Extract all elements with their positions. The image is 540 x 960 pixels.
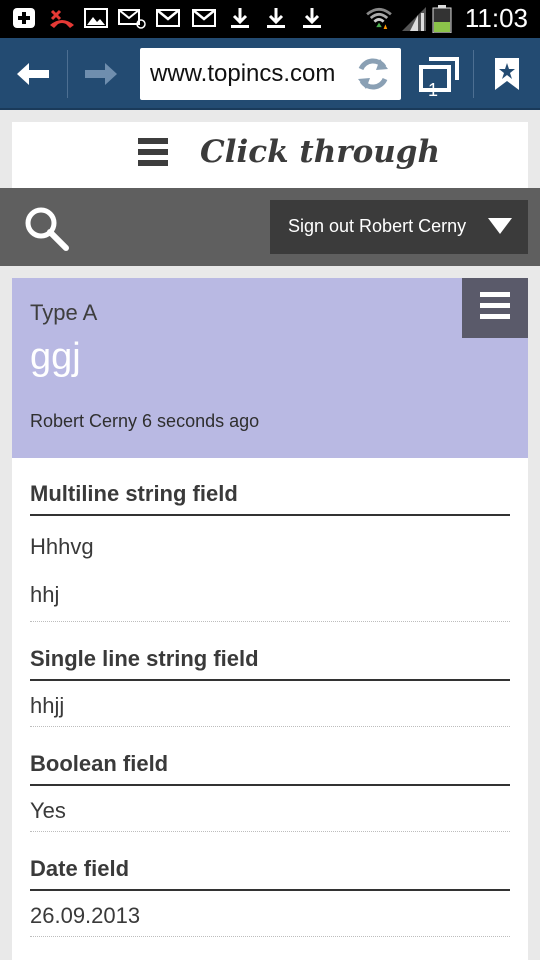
battery-icon	[432, 5, 452, 33]
topic-menu-button[interactable]	[462, 278, 528, 338]
field-divider	[30, 784, 510, 786]
gmail-icon	[156, 9, 180, 27]
arrow-right-icon	[85, 63, 117, 85]
download-icon	[231, 8, 249, 28]
topic-byline: Robert Cerny 6 seconds ago	[30, 411, 260, 431]
back-button[interactable]	[0, 38, 66, 110]
sign-out-label: Sign out Robert Cerny	[288, 216, 467, 236]
bookmark-icon	[495, 58, 519, 90]
arrow-left-icon	[17, 63, 49, 85]
field-value: 26.09.2013	[30, 903, 141, 928]
field-value: Yes	[30, 798, 66, 823]
email-icon	[118, 9, 146, 29]
field-separator	[30, 726, 510, 727]
field-value: hhj	[30, 582, 60, 607]
site-title[interactable]: Click through	[200, 134, 440, 170]
topic-type[interactable]: Type A	[30, 300, 97, 326]
field-value: Hhhvg	[30, 534, 94, 559]
topic-title: ggj	[30, 336, 81, 378]
tabs-icon	[419, 57, 459, 92]
topic-card: Type A ggj Robert Cerny 6 seconds ago Mu…	[12, 278, 528, 960]
address-bar[interactable]: www.topincs.com	[140, 48, 401, 100]
clock: 11:03	[464, 3, 528, 33]
bookmarks-button[interactable]	[474, 38, 540, 110]
field-divider	[30, 514, 510, 516]
gmail-icon	[192, 9, 216, 27]
menu-icon	[480, 292, 510, 325]
download-icon	[267, 8, 285, 28]
field-title: Multiline string field	[30, 481, 238, 506]
image-icon	[84, 8, 108, 28]
add-icon	[13, 8, 35, 28]
forward-button[interactable]	[68, 38, 134, 110]
missed-call-icon	[50, 9, 74, 28]
sign-out-dropdown[interactable]: Sign out Robert Cerny	[270, 200, 528, 254]
topic-header: Type A ggj Robert Cerny 6 seconds ago	[12, 278, 528, 458]
field-title: Boolean field	[30, 751, 169, 776]
chevron-down-icon	[488, 218, 512, 234]
tab-count: 1	[428, 80, 439, 100]
main-menu-icon[interactable]	[138, 138, 168, 168]
field-divider	[30, 889, 510, 891]
signal-icon	[402, 7, 426, 31]
browser-toolbar: www.topincs.com 1	[0, 38, 540, 110]
nav-bar: Sign out Robert Cerny	[0, 188, 540, 266]
tabs-button[interactable]: 1	[406, 38, 472, 110]
field-divider	[30, 679, 510, 681]
field-title: Date field	[30, 856, 130, 881]
search-icon[interactable]	[22, 204, 72, 254]
field-separator	[30, 621, 510, 622]
wifi-icon	[366, 7, 392, 29]
refresh-icon[interactable]	[354, 55, 392, 93]
site-header: Click through	[12, 122, 528, 188]
field-value: hhjj	[30, 693, 65, 718]
field-separator	[30, 831, 510, 832]
status-bar: 11:03	[0, 0, 540, 38]
url-text[interactable]: www.topincs.com	[150, 60, 346, 88]
field-separator	[30, 936, 510, 937]
field-title: Single line string field	[30, 646, 259, 671]
download-icon	[303, 8, 321, 28]
